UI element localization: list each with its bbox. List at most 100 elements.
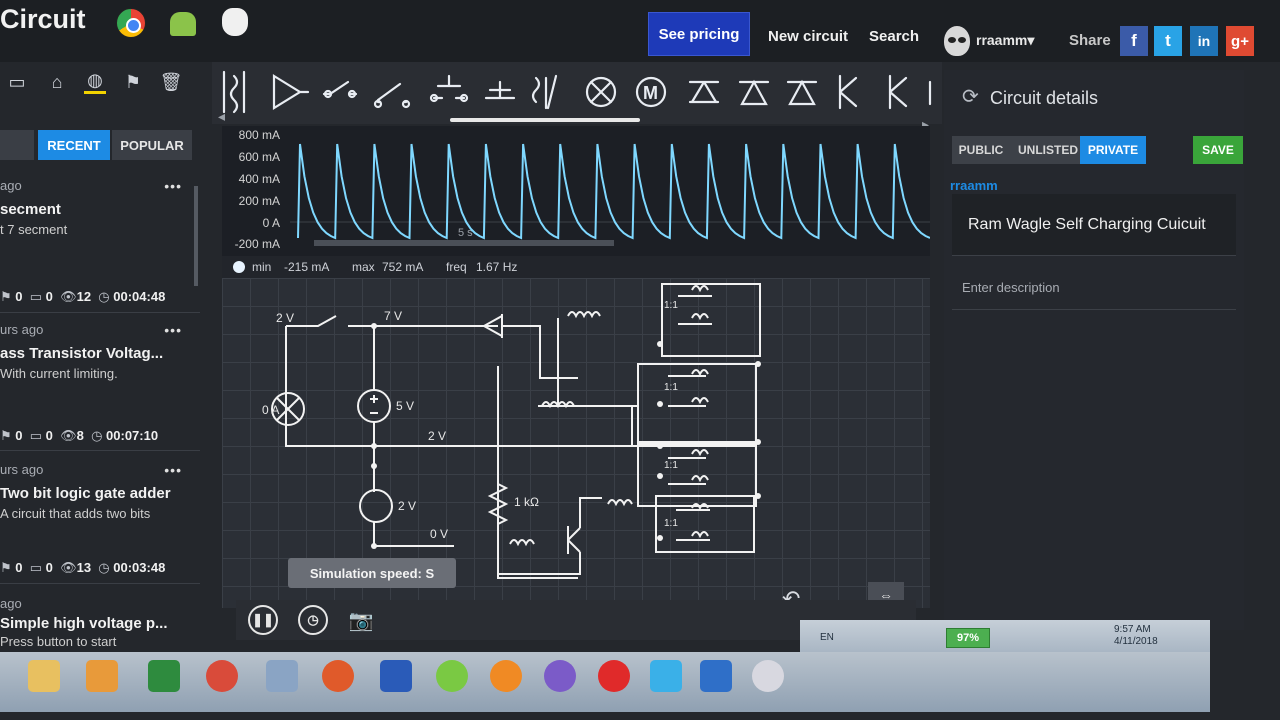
item-time: ago: [0, 596, 22, 611]
browser-icon[interactable]: [322, 660, 354, 692]
more-icon[interactable]: •••: [164, 178, 182, 194]
book-icon[interactable]: ▭: [6, 70, 28, 94]
visibility-public[interactable]: PUBLIC: [952, 136, 1010, 164]
trash-icon[interactable]: 🗑: [160, 70, 183, 94]
coil-icon: [222, 70, 246, 114]
chat-icon[interactable]: [436, 660, 468, 692]
excel-icon[interactable]: [148, 660, 180, 692]
component-toolbar: M: [212, 62, 942, 124]
ratio-label: 1:1: [664, 382, 678, 393]
globe-icon[interactable]: ◍: [84, 70, 106, 94]
item-title: ass Transistor Voltag...: [0, 345, 164, 362]
max-value: 752 mA: [382, 260, 424, 274]
tab-popular[interactable]: POPULAR: [112, 130, 192, 160]
list-item[interactable]: urs ago ••• ass Transistor Voltag... Wit…: [0, 322, 200, 381]
scope-probe-icon[interactable]: [233, 261, 245, 273]
itunes-icon[interactable]: [752, 660, 784, 692]
app-icon[interactable]: [266, 660, 298, 692]
lamp-icon: [589, 80, 613, 104]
voltage-label: 2 V: [398, 499, 416, 513]
voltage-label: 7 V: [384, 309, 402, 323]
description-field[interactable]: Enter description: [952, 260, 1236, 310]
home-icon[interactable]: ⌂: [46, 70, 68, 94]
refresh-icon[interactable]: ⟳: [962, 84, 979, 109]
switch2-icon: [376, 82, 408, 104]
visibility-selector: PUBLIC UNLISTED PRIVATE: [952, 136, 1146, 164]
twitter-icon[interactable]: t: [1154, 26, 1182, 56]
firefox-icon[interactable]: [490, 660, 522, 692]
opera-icon[interactable]: [598, 660, 630, 692]
search-link[interactable]: Search: [869, 28, 919, 45]
brand-logo[interactable]: Circuit: [0, 4, 86, 35]
chrome-taskbar-icon[interactable]: [206, 660, 238, 692]
media-player-icon[interactable]: [86, 660, 118, 692]
save-button[interactable]: SAVE: [1193, 136, 1243, 164]
see-pricing-button[interactable]: See pricing: [648, 12, 750, 56]
folder-icon[interactable]: [28, 660, 60, 692]
tab-recent[interactable]: RECENT: [38, 130, 110, 160]
user-avatar-icon[interactable]: [944, 26, 970, 56]
list-item[interactable]: ago Simple high voltage p... Press butto…: [0, 596, 200, 649]
new-circuit-link[interactable]: New circuit: [768, 28, 848, 45]
user-menu[interactable]: rraamm▾: [976, 32, 1034, 49]
item-desc: t 7 secment: [0, 222, 68, 237]
more-icon[interactable]: •••: [164, 462, 182, 478]
word-icon[interactable]: [380, 660, 412, 692]
android-icon[interactable]: [170, 12, 196, 36]
tab-stub[interactable]: [0, 130, 34, 160]
visibility-private[interactable]: PRIVATE: [1080, 136, 1146, 164]
window-icon[interactable]: [700, 660, 732, 692]
system-tray: EN 9:57 AM 4/11/2018: [800, 620, 1210, 652]
circuit-name-field[interactable]: Ram Wagle Self Charging Cuicuit: [952, 194, 1236, 256]
ratio-label: 1:1: [664, 300, 678, 311]
scope-y-label: 0 A: [262, 216, 280, 230]
chrome-icon[interactable]: [116, 8, 146, 38]
list-item[interactable]: urs ago ••• Two bit logic gate adder A c…: [0, 462, 200, 521]
facebook-icon[interactable]: f: [1120, 26, 1148, 56]
zener-icon: [786, 79, 818, 106]
more-icon[interactable]: •••: [164, 322, 182, 338]
pushbutton2-icon: [484, 80, 516, 100]
toolbar-scrollbar[interactable]: [450, 118, 640, 122]
voltage-label: 2 V: [276, 311, 294, 325]
pause-icon[interactable]: ❚❚: [248, 605, 278, 635]
voltage-label: 0 V: [430, 527, 448, 541]
visibility-unlisted[interactable]: UNLISTED: [1012, 136, 1084, 164]
viber-icon[interactable]: [544, 660, 576, 692]
scope-y-label: 800 mA: [238, 128, 280, 142]
circuit-details-panel: ⟳ Circuit details PUBLIC UNLISTED PRIVAT…: [944, 70, 1244, 630]
google-plus-icon[interactable]: g+: [1226, 26, 1254, 56]
linkedin-icon[interactable]: in: [1190, 26, 1218, 56]
share-label: Share: [1069, 32, 1111, 49]
freq-value: 1.67 Hz: [476, 260, 518, 274]
wire: [285, 315, 498, 447]
language-indicator[interactable]: EN: [820, 632, 834, 643]
clock-time[interactable]: 9:57 AM: [1114, 624, 1151, 635]
clock-date[interactable]: 4/11/2018: [1114, 636, 1158, 647]
author-link[interactable]: rraamm: [950, 178, 998, 193]
oscilloscope[interactable]: 800 mA 600 mA 400 mA 200 mA 0 A -200 mA …: [222, 126, 930, 258]
taskbar: [0, 652, 1210, 712]
component-glyphs: M: [222, 70, 932, 114]
inductor-symbol: [607, 499, 633, 507]
top-bar: Circuit See pricing New circuit Search r…: [0, 0, 1280, 62]
divider: [0, 583, 200, 584]
diac-icon: [688, 80, 720, 104]
simulation-speed-tooltip: Simulation speed: S: [288, 558, 456, 588]
item-desc: Press button to start: [0, 634, 117, 649]
max-label: max: [352, 260, 375, 274]
app-icon[interactable]: [650, 660, 682, 692]
bookmark-icon[interactable]: ⚑: [122, 70, 144, 94]
speed-clock-icon[interactable]: ◷: [298, 605, 328, 635]
scope-y-label: 200 mA: [238, 194, 280, 208]
item-stats: ⚑ 0 ▭ 0 👁13 ◷ 00:03:48: [0, 560, 166, 575]
list-item[interactable]: ago ••• secment t 7 secment: [0, 178, 200, 237]
camera-icon[interactable]: 📷: [346, 605, 376, 635]
item-stats: ⚑ 0 ▭ 0 👁12 ◷ 00:04:48: [0, 289, 166, 304]
arrow-left-icon[interactable]: ◂: [218, 108, 225, 125]
apple-icon[interactable]: [222, 8, 248, 36]
ratio-label: 1:1: [664, 460, 678, 471]
item-title: secment: [0, 201, 61, 218]
voltage-label: 5 V: [396, 399, 414, 413]
battery-indicator[interactable]: 97%: [946, 628, 990, 648]
